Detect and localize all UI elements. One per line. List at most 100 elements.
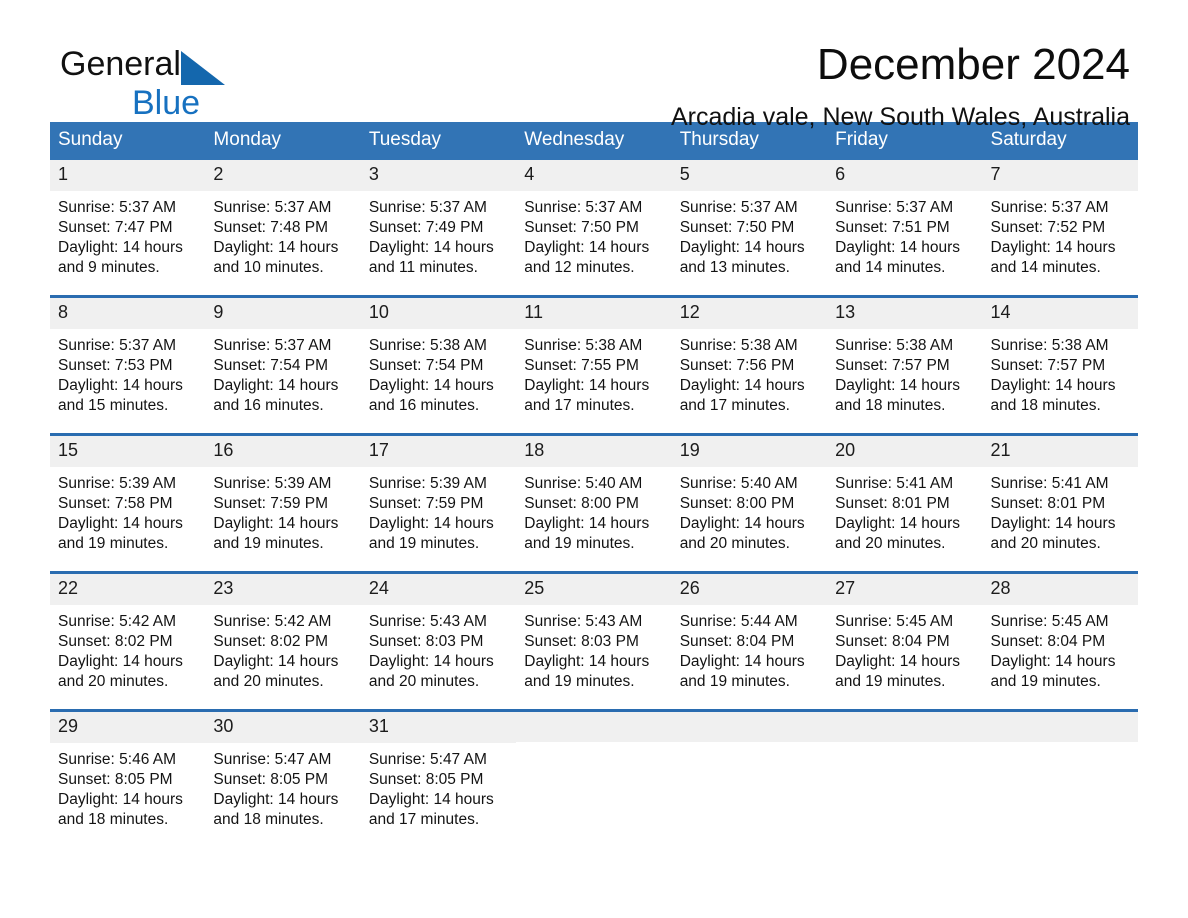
day-details: Sunrise: 5:37 AM Sunset: 7:48 PM Dayligh… <box>205 191 360 279</box>
day-details: Sunrise: 5:41 AM Sunset: 8:01 PM Dayligh… <box>827 467 982 555</box>
sunrise-text: Sunrise: 5:39 AM <box>213 474 332 492</box>
sunrise-text: Sunrise: 5:38 AM <box>524 336 643 354</box>
sunrise-text: Sunrise: 5:43 AM <box>368 612 487 630</box>
sunrise-text: Sunrise: 5:40 AM <box>524 474 643 492</box>
day-cell[interactable]: 7 Sunrise: 5:37 AM Sunset: 7:52 PM Dayli… <box>982 159 1138 297</box>
daylight-text-line2: and 20 minutes. <box>213 673 324 691</box>
day-cell[interactable]: 18 Sunrise: 5:40 AM Sunset: 8:00 PM Dayl… <box>516 432 672 573</box>
day-cell[interactable]: 1 Sunrise: 5:37 AM Sunset: 7:47 PM Dayli… <box>50 159 206 297</box>
sunset-text: Sunset: 7:52 PM <box>990 218 1106 236</box>
sunset-text: Sunset: 8:05 PM <box>213 770 329 788</box>
day-number: 31 <box>360 711 517 743</box>
day-number: 29 <box>50 711 206 743</box>
day-details: Sunrise: 5:41 AM Sunset: 8:01 PM Dayligh… <box>983 467 1138 555</box>
daylight-text-line1: Daylight: 14 hours <box>679 515 805 533</box>
calendar-body: 1 Sunrise: 5:37 AM Sunset: 7:47 PM Dayli… <box>50 159 1138 847</box>
day-number: 7 <box>982 159 1138 191</box>
sunrise-text: Sunrise: 5:37 AM <box>58 198 177 216</box>
day-cell[interactable]: 25 Sunrise: 5:43 AM Sunset: 8:03 PM Dayl… <box>516 570 672 711</box>
calendar-week-row: 29 Sunrise: 5:46 AM Sunset: 8:05 PM Dayl… <box>50 708 1138 847</box>
weekday-header-tuesday: Tuesday <box>360 122 517 160</box>
day-cell[interactable]: 24 Sunrise: 5:43 AM Sunset: 8:03 PM Dayl… <box>360 570 517 711</box>
day-cell[interactable]: 30 Sunrise: 5:47 AM Sunset: 8:05 PM Dayl… <box>205 708 361 847</box>
daylight-text-line2: and 17 minutes. <box>368 811 480 829</box>
sunset-text: Sunset: 7:57 PM <box>990 356 1106 374</box>
daylight-text-line1: Daylight: 14 hours <box>990 515 1116 533</box>
day-cell[interactable]: 11 Sunrise: 5:38 AM Sunset: 7:55 PM Dayl… <box>516 294 672 435</box>
daylight-text-line1: Daylight: 14 hours <box>58 377 183 395</box>
day-cell[interactable]: 26 Sunrise: 5:44 AM Sunset: 8:04 PM Dayl… <box>671 570 828 711</box>
day-details: Sunrise: 5:37 AM Sunset: 7:51 PM Dayligh… <box>827 191 982 279</box>
page-title: December 2024 <box>816 40 1130 89</box>
sunrise-text: Sunrise: 5:38 AM <box>990 336 1109 354</box>
day-cell[interactable]: 2 Sunrise: 5:37 AM Sunset: 7:48 PM Dayli… <box>205 159 361 297</box>
day-cell[interactable]: 14 Sunrise: 5:38 AM Sunset: 7:57 PM Dayl… <box>982 294 1138 435</box>
day-cell[interactable]: 13 Sunrise: 5:38 AM Sunset: 7:57 PM Dayl… <box>827 294 983 435</box>
day-number <box>827 711 983 742</box>
day-number: 9 <box>205 297 361 329</box>
day-details: Sunrise: 5:45 AM Sunset: 8:04 PM Dayligh… <box>827 605 982 693</box>
daylight-text-line1: Daylight: 14 hours <box>368 653 494 671</box>
day-details: Sunrise: 5:37 AM Sunset: 7:54 PM Dayligh… <box>205 329 360 417</box>
day-number: 11 <box>516 297 672 329</box>
day-number: 1 <box>50 159 206 191</box>
day-cell[interactable]: 31 Sunrise: 5:47 AM Sunset: 8:05 PM Dayl… <box>360 708 517 847</box>
day-cell[interactable]: 28 Sunrise: 5:45 AM Sunset: 8:04 PM Dayl… <box>982 570 1138 711</box>
daylight-text-line1: Daylight: 14 hours <box>524 653 650 671</box>
day-cell[interactable]: 29 Sunrise: 5:46 AM Sunset: 8:05 PM Dayl… <box>50 708 206 847</box>
sunrise-text: Sunrise: 5:38 AM <box>368 336 487 354</box>
weekday-header-sunday: Sunday <box>50 122 206 160</box>
logo-top-row: General <box>60 47 225 85</box>
sunset-text: Sunset: 7:54 PM <box>213 356 329 374</box>
day-cell[interactable]: 10 Sunrise: 5:38 AM Sunset: 7:54 PM Dayl… <box>360 294 517 435</box>
sunset-text: Sunset: 7:58 PM <box>58 494 173 512</box>
day-cell[interactable]: 9 Sunrise: 5:37 AM Sunset: 7:54 PM Dayli… <box>205 294 361 435</box>
daylight-text-line1: Daylight: 14 hours <box>835 653 961 671</box>
general-blue-logo[interactable]: General Blue <box>60 47 225 120</box>
daylight-text-line2: and 10 minutes. <box>213 259 324 277</box>
day-cell[interactable]: 5 Sunrise: 5:37 AM Sunset: 7:50 PM Dayli… <box>671 159 828 297</box>
sunrise-text: Sunrise: 5:37 AM <box>58 336 177 354</box>
day-cell[interactable]: 6 Sunrise: 5:37 AM Sunset: 7:51 PM Dayli… <box>827 159 983 297</box>
title-block: December 2024 Arcadia vale, New South Wa… <box>670 40 1130 132</box>
day-number: 2 <box>205 159 361 191</box>
calendar-week-row: 1 Sunrise: 5:37 AM Sunset: 7:47 PM Dayli… <box>50 159 1138 297</box>
sunrise-text: Sunrise: 5:43 AM <box>524 612 643 630</box>
sunset-text: Sunset: 8:00 PM <box>524 494 639 512</box>
day-cell[interactable]: 19 Sunrise: 5:40 AM Sunset: 8:00 PM Dayl… <box>671 432 828 573</box>
daylight-text-line2: and 20 minutes. <box>679 535 790 553</box>
daylight-text-line2: and 18 minutes. <box>990 397 1101 415</box>
day-cell[interactable]: 15 Sunrise: 5:39 AM Sunset: 7:58 PM Dayl… <box>50 432 206 573</box>
day-details: Sunrise: 5:42 AM Sunset: 8:02 PM Dayligh… <box>50 605 205 693</box>
day-cell[interactable]: 16 Sunrise: 5:39 AM Sunset: 7:59 PM Dayl… <box>205 432 361 573</box>
day-cell[interactable]: 12 Sunrise: 5:38 AM Sunset: 7:56 PM Dayl… <box>671 294 828 435</box>
day-details: Sunrise: 5:46 AM Sunset: 8:05 PM Dayligh… <box>50 743 205 831</box>
day-cell[interactable]: 20 Sunrise: 5:41 AM Sunset: 8:01 PM Dayl… <box>827 432 983 573</box>
day-cell[interactable]: 8 Sunrise: 5:37 AM Sunset: 7:53 PM Dayli… <box>50 294 206 435</box>
day-cell[interactable]: 3 Sunrise: 5:37 AM Sunset: 7:49 PM Dayli… <box>360 159 517 297</box>
day-details: Sunrise: 5:37 AM Sunset: 7:49 PM Dayligh… <box>361 191 516 279</box>
sunrise-text: Sunrise: 5:47 AM <box>368 750 487 768</box>
daylight-text-line1: Daylight: 14 hours <box>368 791 494 809</box>
day-number: 5 <box>671 159 828 191</box>
daylight-text-line2: and 18 minutes. <box>58 811 169 829</box>
day-number: 3 <box>360 159 517 191</box>
logo-word-blue: Blue <box>132 84 201 122</box>
day-cell[interactable]: 22 Sunrise: 5:42 AM Sunset: 8:02 PM Dayl… <box>50 570 206 711</box>
day-cell[interactable]: 27 Sunrise: 5:45 AM Sunset: 8:04 PM Dayl… <box>827 570 983 711</box>
sunrise-text: Sunrise: 5:37 AM <box>835 198 954 216</box>
daylight-text-line2: and 19 minutes. <box>524 535 635 553</box>
sunset-text: Sunset: 8:02 PM <box>58 632 173 650</box>
day-cell[interactable]: 21 Sunrise: 5:41 AM Sunset: 8:01 PM Dayl… <box>982 432 1138 573</box>
day-cell-empty <box>516 708 672 847</box>
location-subtitle: Arcadia vale, New South Wales, Australia <box>670 103 1130 132</box>
day-details: Sunrise: 5:37 AM Sunset: 7:53 PM Dayligh… <box>50 329 205 417</box>
sunset-text: Sunset: 8:03 PM <box>368 632 484 650</box>
day-cell[interactable]: 4 Sunrise: 5:37 AM Sunset: 7:50 PM Dayli… <box>516 159 672 297</box>
day-cell[interactable]: 17 Sunrise: 5:39 AM Sunset: 7:59 PM Dayl… <box>360 432 517 573</box>
day-cell[interactable]: 23 Sunrise: 5:42 AM Sunset: 8:02 PM Dayl… <box>205 570 361 711</box>
daylight-text-line2: and 9 minutes. <box>58 259 160 277</box>
day-number: 10 <box>360 297 517 329</box>
daylight-text-line1: Daylight: 14 hours <box>835 377 961 395</box>
daylight-text-line1: Daylight: 14 hours <box>213 653 339 671</box>
